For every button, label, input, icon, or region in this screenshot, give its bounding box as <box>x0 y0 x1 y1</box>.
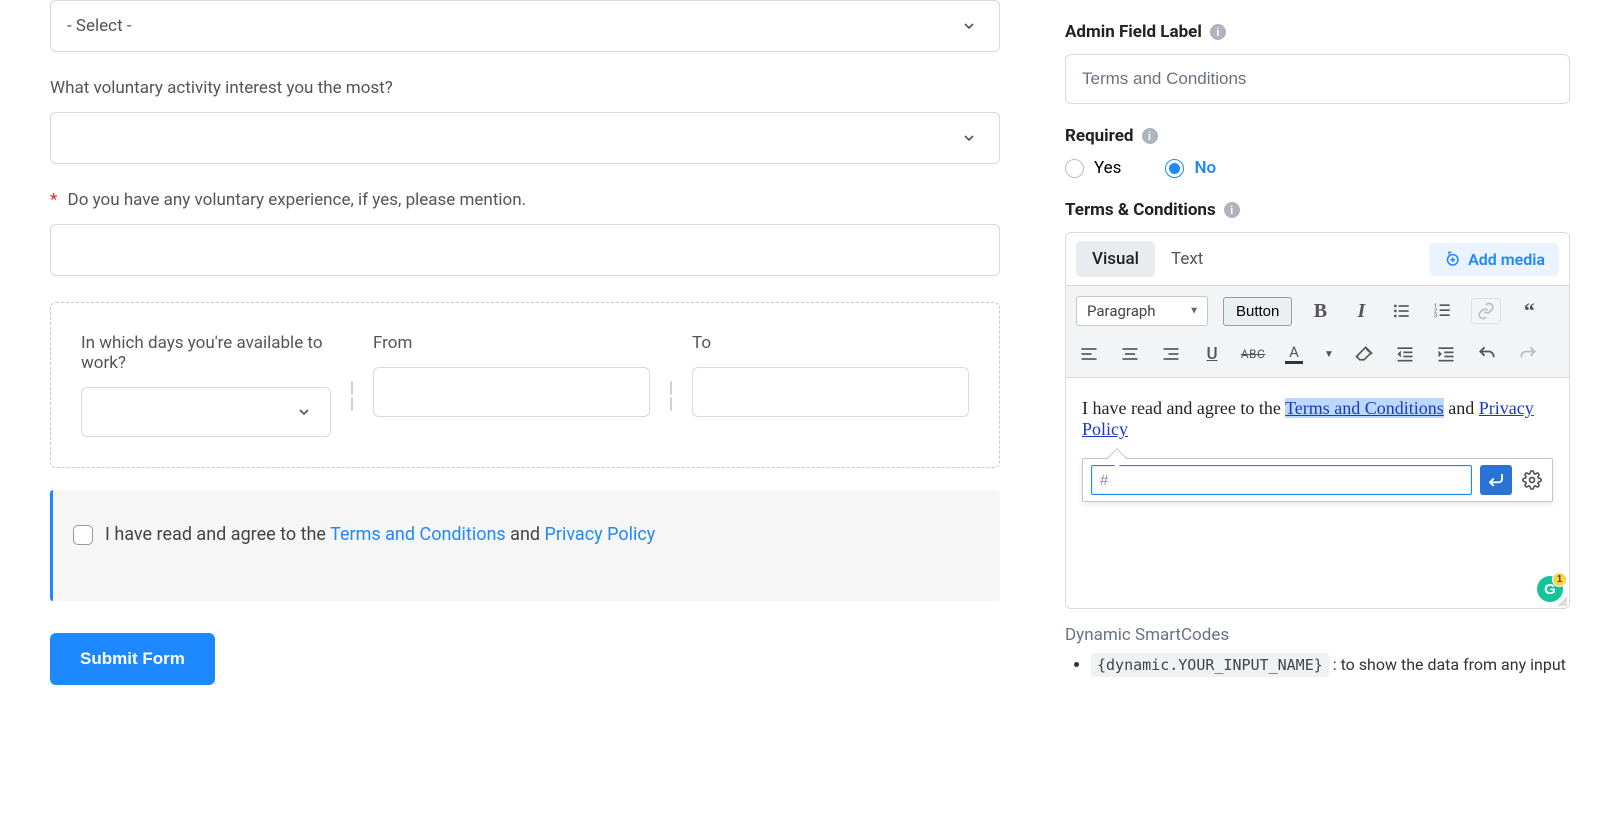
gear-icon <box>1522 470 1542 490</box>
submit-button[interactable]: Submit Form <box>50 633 215 685</box>
experience-label: * Do you have any voluntary experience, … <box>50 190 1000 210</box>
terms-link[interactable]: Terms and Conditions <box>330 524 506 545</box>
radio-icon <box>1065 159 1084 178</box>
numbered-list-icon[interactable]: 123 <box>1430 298 1456 324</box>
terms-conditions-heading: Terms & Conditions i <box>1065 200 1570 220</box>
radio-icon <box>1165 159 1184 178</box>
add-media-button[interactable]: Add media <box>1429 243 1559 276</box>
editor-content[interactable]: I have read and agree to the Terms and C… <box>1066 378 1569 608</box>
outdent-icon[interactable] <box>1392 341 1418 367</box>
bold-icon[interactable]: B <box>1307 298 1333 324</box>
selected-link-text[interactable]: Terms and Conditions <box>1285 398 1444 418</box>
activity-select[interactable] <box>50 112 1000 164</box>
underline-icon[interactable]: U <box>1199 341 1225 367</box>
align-center-icon[interactable] <box>1117 341 1143 367</box>
to-label: To <box>692 333 969 353</box>
activity-label: What voluntary activity interest you the… <box>50 78 1000 98</box>
availability-panel: In which days you're available to work? … <box>50 302 1000 468</box>
editor-tabs: Visual Text Add media <box>1066 233 1569 286</box>
link-settings-button[interactable] <box>1520 468 1544 492</box>
required-yes-radio[interactable]: Yes <box>1065 158 1121 178</box>
apply-link-button[interactable] <box>1480 465 1512 495</box>
from-label: From <box>373 333 650 353</box>
smartcode-token: {dynamic.YOUR_INPUT_NAME} <box>1091 653 1329 677</box>
info-icon[interactable]: i <box>1142 128 1158 144</box>
rich-text-editor: Visual Text Add media Paragraph ▼ Button… <box>1065 232 1570 609</box>
grammarly-icon[interactable]: G1 <box>1537 576 1563 602</box>
days-select[interactable] <box>81 387 331 437</box>
dynamic-smartcodes-heading: Dynamic SmartCodes <box>1065 625 1570 645</box>
chevron-down-icon <box>961 18 977 34</box>
bullet-list-icon[interactable] <box>1389 298 1415 324</box>
redo-icon[interactable] <box>1515 341 1541 367</box>
select-placeholder: - Select - <box>67 16 132 36</box>
terms-field-block[interactable]: I have read and agree to the Terms and C… <box>50 490 1000 601</box>
align-left-icon[interactable] <box>1076 341 1102 367</box>
link-edit-tooltip <box>1082 458 1553 502</box>
panel-divider <box>351 333 353 411</box>
link-icon[interactable] <box>1471 298 1501 324</box>
insert-button-button[interactable]: Button <box>1223 297 1292 326</box>
admin-field-label-heading: Admin Field Label i <box>1065 22 1570 42</box>
svg-text:3: 3 <box>1434 314 1437 320</box>
field-settings-panel: Admin Field Label i Required i Yes No Te… <box>1050 0 1600 817</box>
italic-icon[interactable]: I <box>1348 298 1374 324</box>
country-select[interactable]: - Select - <box>50 0 1000 52</box>
admin-field-label-input[interactable] <box>1065 54 1570 104</box>
chevron-down-icon <box>296 404 312 420</box>
blockquote-icon[interactable]: “ <box>1516 298 1542 324</box>
grammarly-badge: 1 <box>1552 572 1567 587</box>
chevron-down-icon <box>961 130 977 146</box>
media-icon <box>1443 250 1461 268</box>
to-input[interactable] <box>692 367 969 417</box>
indent-icon[interactable] <box>1433 341 1459 367</box>
privacy-link[interactable]: Privacy Policy <box>545 524 656 545</box>
text-color-dropdown-icon[interactable]: ▼ <box>1322 341 1336 367</box>
form-preview-panel: - Select - What voluntary activity inter… <box>0 0 1050 817</box>
days-label: In which days you're available to work? <box>81 333 331 373</box>
info-icon[interactable]: i <box>1210 24 1226 40</box>
paragraph-select[interactable]: Paragraph ▼ <box>1076 296 1208 326</box>
link-url-input[interactable] <box>1091 465 1472 495</box>
text-color-icon[interactable]: A <box>1281 341 1307 367</box>
terms-checkbox[interactable] <box>73 525 93 545</box>
strikethrough-icon[interactable]: ABC <box>1240 341 1266 367</box>
align-right-icon[interactable] <box>1158 341 1184 367</box>
dynamic-smartcodes-list: {dynamic.YOUR_INPUT_NAME} : to show the … <box>1065 655 1570 674</box>
enter-icon <box>1487 471 1505 489</box>
required-star-icon: * <box>50 190 57 210</box>
required-heading: Required i <box>1065 126 1570 146</box>
info-icon[interactable]: i <box>1224 202 1240 218</box>
from-input[interactable] <box>373 367 650 417</box>
required-radio-group: Yes No <box>1065 158 1570 178</box>
editor-text: I have read and agree to the Terms and C… <box>1082 398 1553 440</box>
tab-visual[interactable]: Visual <box>1076 241 1155 277</box>
tab-text[interactable]: Text <box>1155 241 1219 277</box>
required-no-radio[interactable]: No <box>1165 158 1216 178</box>
panel-divider <box>670 333 672 411</box>
terms-text: I have read and agree to the Terms and C… <box>105 524 655 545</box>
editor-toolbar: Paragraph ▼ Button B I 123 “ <box>1066 286 1569 378</box>
experience-input[interactable] <box>50 224 1000 276</box>
clear-formatting-icon[interactable] <box>1351 341 1377 367</box>
list-item: {dynamic.YOUR_INPUT_NAME} : to show the … <box>1091 655 1570 674</box>
undo-icon[interactable] <box>1474 341 1500 367</box>
dropdown-arrow-icon: ▼ <box>1189 306 1199 317</box>
